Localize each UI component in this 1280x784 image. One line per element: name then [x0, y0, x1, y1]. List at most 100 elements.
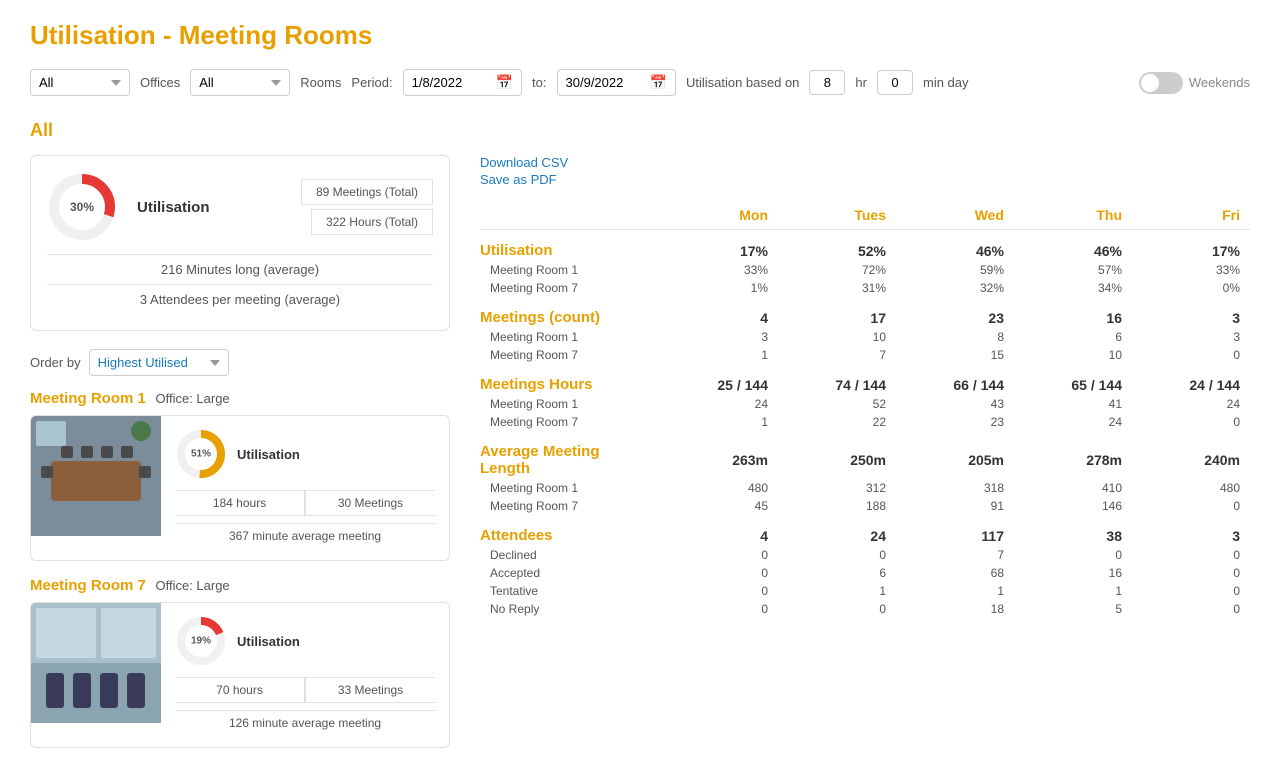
sub-row-value: 16 [1014, 564, 1132, 582]
summary-util-name: Utilisation [137, 199, 210, 216]
sub-row-value: 6 [1014, 328, 1132, 346]
room1-photo [31, 416, 161, 536]
date-to-label: to: [532, 75, 546, 90]
filter2-select[interactable]: All [190, 69, 290, 96]
section-value: 263m [660, 431, 778, 479]
table-section-row: Meetings Hours25 / 14474 / 14466 / 14465… [480, 364, 1250, 395]
room7-numbers: 70 hours 33 Meetings [175, 677, 435, 703]
sub-row-value: 0 [660, 600, 778, 618]
sub-row-value: 1% [660, 279, 778, 297]
col-header-label [480, 201, 660, 230]
hr-input[interactable] [809, 70, 845, 95]
right-panel: Download CSV Save as PDF Mon Tues Wed Th… [480, 155, 1250, 764]
offices-label: Offices [140, 75, 180, 90]
sub-row-label: Meeting Room 1 [480, 479, 660, 497]
util-based-label: Utilisation based on [686, 75, 799, 90]
sub-row-label: Meeting Room 7 [480, 413, 660, 431]
summary-donut-label: 30% [70, 200, 94, 214]
table-section-row: Attendees424117383 [480, 515, 1250, 546]
left-panel: 30% Utilisation 89 Meetings (Total) 322 … [30, 155, 450, 764]
sub-row-value: 34% [1014, 279, 1132, 297]
order-by-select[interactable]: Highest Utilised [89, 349, 229, 376]
table-header-row: Mon Tues Wed Thu Fri [480, 201, 1250, 230]
min-label: min day [923, 75, 969, 90]
filter1-select[interactable]: All [30, 69, 130, 96]
order-by-label: Order by [30, 355, 81, 370]
sub-row-value: 0 [1132, 346, 1250, 364]
section-value: 46% [896, 230, 1014, 262]
sub-row-value: 480 [660, 479, 778, 497]
table-sub-row: Meeting Room 12452434124 [480, 395, 1250, 413]
col-header-tues: Tues [778, 201, 896, 230]
room1-util-label: Utilisation [237, 447, 300, 462]
attendees-avg-stat: 3 Attendees per meeting (average) [47, 284, 433, 314]
section-name: Utilisation [480, 230, 660, 262]
sub-row-value: 0 [1132, 600, 1250, 618]
sub-row-value: 24 [660, 395, 778, 413]
sub-row-value: 33% [660, 261, 778, 279]
sub-row-label: Accepted [480, 564, 660, 582]
sub-row-value: 0 [1014, 546, 1132, 564]
room7-donut: 19% [175, 615, 227, 667]
period-label: Period: [351, 75, 392, 90]
sub-row-value: 0 [778, 546, 896, 564]
section-value: 117 [896, 515, 1014, 546]
room1-donut-label: 51% [191, 449, 211, 460]
weekends-toggle[interactable] [1139, 72, 1183, 94]
sub-row-value: 10 [1014, 346, 1132, 364]
room7-photo-svg [31, 603, 161, 723]
section-value: 65 / 144 [1014, 364, 1132, 395]
download-csv-link[interactable]: Download CSV [480, 155, 1250, 170]
room7-util-row: 19% Utilisation [175, 615, 435, 667]
sub-row-value: 8 [896, 328, 1014, 346]
sub-row-value: 0 [1132, 546, 1250, 564]
room-section-7: Meeting Room 7 Office: Large [30, 577, 450, 748]
sub-row-value: 43 [896, 395, 1014, 413]
links: Download CSV Save as PDF [480, 155, 1250, 187]
section-value: 23 [896, 297, 1014, 328]
section-value: 16 [1014, 297, 1132, 328]
room1-photo-svg [31, 416, 161, 536]
sub-row-value: 1 [778, 582, 896, 600]
table-sub-row: Meeting Room 71715100 [480, 346, 1250, 364]
sub-row-value: 3 [1132, 328, 1250, 346]
section-value: 17 [778, 297, 896, 328]
weekends-label: Weekends [1189, 75, 1250, 90]
table-sub-row: Meeting Room 133%72%59%57%33% [480, 261, 1250, 279]
summary-card: 30% Utilisation 89 Meetings (Total) 322 … [30, 155, 450, 331]
min-input[interactable] [877, 70, 913, 95]
table-section-row: Meetings (count)41723163 [480, 297, 1250, 328]
sub-row-value: 1 [660, 413, 778, 431]
sub-row-value: 7 [896, 546, 1014, 564]
section-value: 4 [660, 297, 778, 328]
sub-row-value: 0 [1132, 582, 1250, 600]
table-section-row: Utilisation17%52%46%46%17% [480, 230, 1250, 262]
section-value: 17% [660, 230, 778, 262]
sub-row-value: 10 [778, 328, 896, 346]
save-pdf-link[interactable]: Save as PDF [480, 172, 1250, 187]
sub-row-value: 0 [778, 600, 896, 618]
sub-row-label: Tentative [480, 582, 660, 600]
col-header-mon: Mon [660, 201, 778, 230]
section-value: 25 / 144 [660, 364, 778, 395]
sub-row-value: 3 [660, 328, 778, 346]
section-value: 52% [778, 230, 896, 262]
data-table: Mon Tues Wed Thu Fri Utilisation17%52%46… [480, 201, 1250, 618]
section-value: 3 [1132, 297, 1250, 328]
sub-row-value: 31% [778, 279, 896, 297]
col-header-thu: Thu [1014, 201, 1132, 230]
section-value: 3 [1132, 515, 1250, 546]
calendar-to-icon[interactable]: 📅 [650, 74, 667, 91]
table-body: Utilisation17%52%46%46%17%Meeting Room 1… [480, 230, 1250, 619]
sub-row-value: 72% [778, 261, 896, 279]
date-from-input[interactable] [412, 75, 492, 90]
section-value: 38 [1014, 515, 1132, 546]
date-to-input[interactable] [566, 75, 646, 90]
room1-name: Meeting Room 1 [30, 390, 146, 407]
room7-photo [31, 603, 161, 723]
meetings-total-stat: 89 Meetings (Total) [301, 179, 433, 205]
calendar-from-icon[interactable]: 📅 [496, 74, 513, 91]
hours-total-stat: 322 Hours (Total) [311, 209, 433, 235]
table-sub-row: Accepted0668160 [480, 564, 1250, 582]
room1-card: 51% Utilisation 184 hours 30 Meetings 36… [30, 415, 450, 561]
